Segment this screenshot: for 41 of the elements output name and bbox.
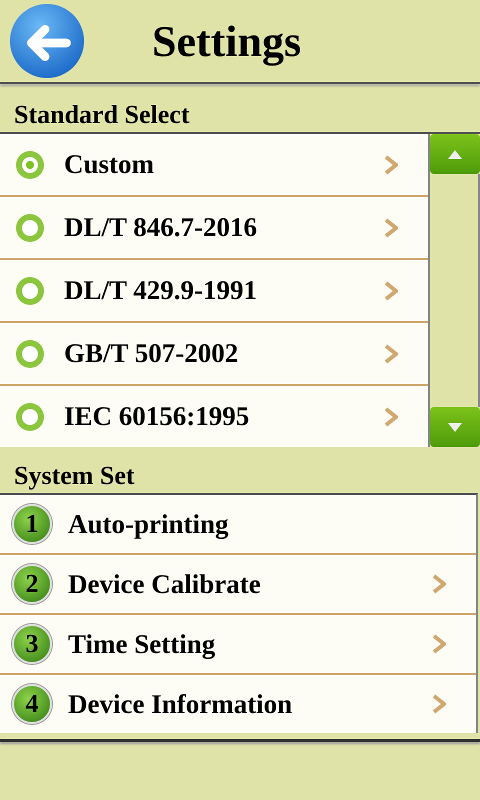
standard-item[interactable]: Custom (0, 134, 428, 197)
section-title: Standard Select (13, 99, 190, 131)
system-item[interactable]: 2 Device Calibrate (0, 555, 476, 615)
item-label: DL/T 429.9-1991 (64, 275, 258, 306)
item-label: GB/T 507-2002 (64, 338, 240, 369)
number-badge: 4 (12, 684, 52, 724)
down-triangle-icon (448, 422, 462, 432)
standard-item[interactable]: GB/T 507-2002 (0, 323, 428, 386)
item-label: Device Information (68, 688, 294, 720)
standard-item[interactable]: IEC 60156:1995 (0, 386, 428, 447)
chevron-icon (384, 218, 398, 238)
page-title: Settings (152, 16, 302, 66)
system-item[interactable]: 1 Auto-printing (0, 495, 476, 555)
item-label: IEC 60156:1995 (64, 401, 250, 432)
number-badge: 1 (12, 504, 52, 544)
system-item[interactable]: 4 Device Information (0, 675, 476, 733)
item-label: Device Calibrate (68, 568, 262, 600)
radio-button[interactable] (16, 276, 44, 304)
back-button[interactable] (8, 2, 86, 80)
item-label: Auto-printing (68, 508, 230, 540)
scroll-down-button[interactable] (430, 407, 480, 447)
chevron-icon (384, 344, 398, 364)
chevron-icon (384, 154, 398, 174)
number-badge: 2 (12, 564, 52, 604)
section-title: System Set (13, 460, 136, 492)
number-badge: 3 (12, 624, 52, 664)
item-label: Time Setting (68, 628, 216, 660)
radio-button[interactable] (16, 402, 44, 430)
standard-item[interactable]: DL/T 429.9-1991 (0, 260, 428, 323)
system-item[interactable]: 3 Time Setting (0, 615, 476, 675)
item-label: Custom (64, 149, 156, 180)
chevron-icon (384, 406, 398, 426)
chevron-icon (384, 280, 398, 300)
radio-button[interactable] (16, 150, 44, 178)
radio-button[interactable] (16, 214, 44, 242)
radio-button[interactable] (16, 340, 44, 368)
standard-item[interactable]: DL/T 846.7-2016 (0, 197, 428, 260)
up-triangle-icon (448, 150, 462, 158)
scroll-bar[interactable] (428, 134, 480, 447)
scroll-up-button[interactable] (430, 134, 480, 174)
item-label: DL/T 846.7-2016 (64, 212, 258, 243)
